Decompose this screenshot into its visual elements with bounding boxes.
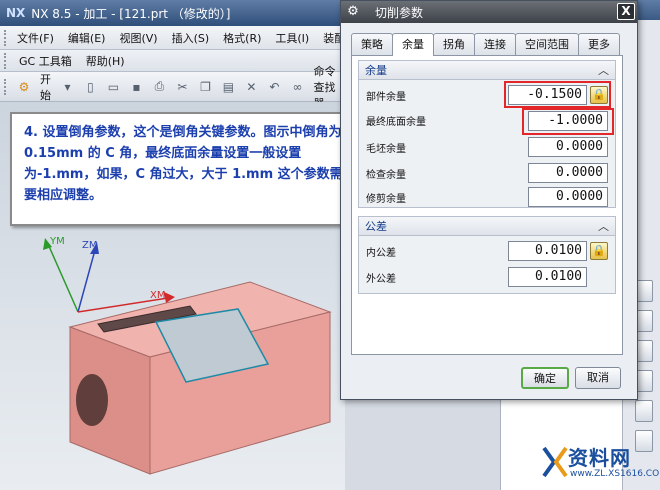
field-row: 内公差 bbox=[366, 240, 466, 262]
trim-stock-input[interactable]: 0.0000 bbox=[528, 187, 608, 207]
ym-label: YM bbox=[49, 236, 65, 247]
standard-toolbar: ⚙ 开始 ▾ ▯ ▭ ▪ ⎙ ✂ ❐ ▤ ✕ ↶ ∞ 命令查找器 bbox=[0, 65, 345, 110]
menu-help[interactable]: 帮助(H) bbox=[79, 53, 132, 69]
cancel-button[interactable]: 取消 bbox=[575, 367, 621, 389]
paste-icon[interactable]: ▤ bbox=[218, 76, 238, 98]
menu-view[interactable]: 视图(V) bbox=[112, 30, 164, 46]
part-stock-input[interactable]: -0.1500 bbox=[508, 85, 587, 105]
print-icon[interactable]: ⎙ bbox=[149, 76, 169, 98]
menu-tools[interactable]: 工具(I) bbox=[268, 30, 316, 46]
zm-axis bbox=[77, 249, 96, 313]
menubar: 文件(F) 编辑(E) 视图(V) 插入(S) 格式(R) 工具(I) 装配(A… bbox=[0, 26, 361, 50]
cutting-parameters-dialog: ⚙ 切削参数 X 策略 余量 拐角 连接 空间范围 更多 余量 ︿ 部件余量 -… bbox=[340, 0, 638, 400]
cut-icon[interactable]: ✂ bbox=[172, 76, 192, 98]
intol-label: 内公差 bbox=[366, 247, 396, 259]
part-hole bbox=[76, 374, 108, 426]
start-button[interactable]: 开始 bbox=[37, 71, 54, 103]
part-stock-label: 部件余量 bbox=[366, 91, 406, 103]
start-icon[interactable]: ⚙ bbox=[14, 76, 34, 98]
tab-strategy[interactable]: 策略 bbox=[351, 33, 393, 55]
binoculars-icon[interactable]: ∞ bbox=[287, 76, 307, 98]
tab-containment[interactable]: 空间范围 bbox=[515, 33, 579, 55]
dialog-title: 切削参数 bbox=[375, 5, 424, 20]
copy-icon[interactable]: ❐ bbox=[195, 76, 215, 98]
watermark-url: www.ZL.XS1616.COM bbox=[570, 469, 660, 479]
zm-label: ZM bbox=[82, 240, 97, 251]
blank-stock-input[interactable]: 0.0000 bbox=[528, 137, 608, 157]
outtol-label: 外公差 bbox=[366, 273, 396, 285]
nx-logo: NX bbox=[6, 6, 26, 20]
watermark-text: 资料网 bbox=[568, 446, 631, 470]
toolbar-grip[interactable] bbox=[4, 78, 7, 95]
resource-tab-icon[interactable] bbox=[635, 400, 653, 422]
stock-tab-panel: 余量 ︿ 部件余量 -0.1500 🔒 最终底面余量 -1.0000 毛坯余量 … bbox=[351, 55, 623, 355]
outtol-input[interactable]: 0.0100 bbox=[508, 267, 587, 287]
field-row: 检查余量 bbox=[366, 162, 466, 184]
watermark-logo-icon bbox=[542, 446, 568, 478]
new-file-icon[interactable]: ▯ bbox=[80, 76, 100, 98]
field-row: 部件余量 bbox=[366, 84, 466, 106]
menu-format[interactable]: 格式(R) bbox=[216, 30, 268, 46]
check-stock-input[interactable]: 0.0000 bbox=[528, 163, 608, 183]
final-floor-stock-label: 最终底面余量 bbox=[366, 116, 426, 128]
collapse-icon[interactable]: ︿ bbox=[598, 218, 609, 234]
dropdown-arrow-icon[interactable]: ▾ bbox=[57, 76, 77, 98]
tab-corners[interactable]: 拐角 bbox=[433, 33, 475, 55]
xm-label: XM bbox=[150, 290, 165, 301]
collapse-icon[interactable]: ︿ bbox=[598, 62, 609, 78]
stock-group-header[interactable]: 余量 ︿ bbox=[358, 60, 616, 80]
tab-stock[interactable]: 余量 bbox=[392, 33, 434, 56]
open-folder-icon[interactable]: ▭ bbox=[103, 76, 123, 98]
check-stock-label: 检查余量 bbox=[366, 169, 406, 181]
stock-group-title: 余量 bbox=[365, 64, 387, 77]
ym-axis bbox=[47, 243, 79, 313]
field-row: 修剪余量 bbox=[366, 186, 466, 208]
final-floor-stock-input[interactable]: -1.0000 bbox=[528, 111, 608, 131]
field-row: 外公差 bbox=[366, 266, 466, 288]
trim-stock-label: 修剪余量 bbox=[366, 193, 406, 205]
delete-icon[interactable]: ✕ bbox=[241, 76, 261, 98]
toolbar-grip[interactable] bbox=[4, 52, 8, 69]
undo-icon[interactable]: ↶ bbox=[264, 76, 284, 98]
field-row: 毛坯余量 bbox=[366, 136, 466, 158]
tab-connections[interactable]: 连接 bbox=[474, 33, 516, 55]
dialog-titlebar[interactable]: ⚙ 切削参数 X bbox=[341, 1, 637, 23]
field-row: 最终底面余量 bbox=[366, 109, 466, 131]
intol-input[interactable]: 0.0100 bbox=[508, 241, 587, 261]
save-icon[interactable]: ▪ bbox=[126, 76, 146, 98]
menubar-secondary: GC 工具箱 帮助(H) bbox=[0, 50, 345, 72]
close-button[interactable]: X bbox=[617, 3, 635, 20]
watermark: 资料网 www.ZL.XS1616.COM bbox=[540, 440, 660, 484]
menu-file[interactable]: 文件(F) bbox=[10, 30, 61, 46]
tolerance-group-title: 公差 bbox=[365, 220, 387, 233]
ok-button[interactable]: 确定 bbox=[521, 367, 569, 389]
toolbar-grip[interactable] bbox=[4, 29, 6, 46]
lock-icon[interactable]: 🔒 bbox=[590, 86, 608, 104]
gear-icon: ⚙ bbox=[347, 4, 359, 19]
blank-stock-label: 毛坯余量 bbox=[366, 143, 406, 155]
menu-gc-toolbox[interactable]: GC 工具箱 bbox=[12, 53, 79, 69]
menu-insert[interactable]: 插入(S) bbox=[165, 30, 217, 46]
dialog-tabs: 策略 余量 拐角 连接 空间范围 更多 bbox=[351, 33, 620, 56]
lock-icon[interactable]: 🔒 bbox=[590, 242, 608, 260]
tolerance-group-header[interactable]: 公差 ︿ bbox=[358, 216, 616, 236]
instruction-callout: 4. 设置倒角参数，这个是倒角关键参数。图示中倒角为 0.15mm 的 C 角，… bbox=[10, 112, 358, 226]
app-title: NX 8.5 - 加工 - [121.prt （修改的）] bbox=[31, 6, 231, 21]
menu-edit[interactable]: 编辑(E) bbox=[61, 30, 113, 46]
tab-more[interactable]: 更多 bbox=[578, 33, 620, 55]
